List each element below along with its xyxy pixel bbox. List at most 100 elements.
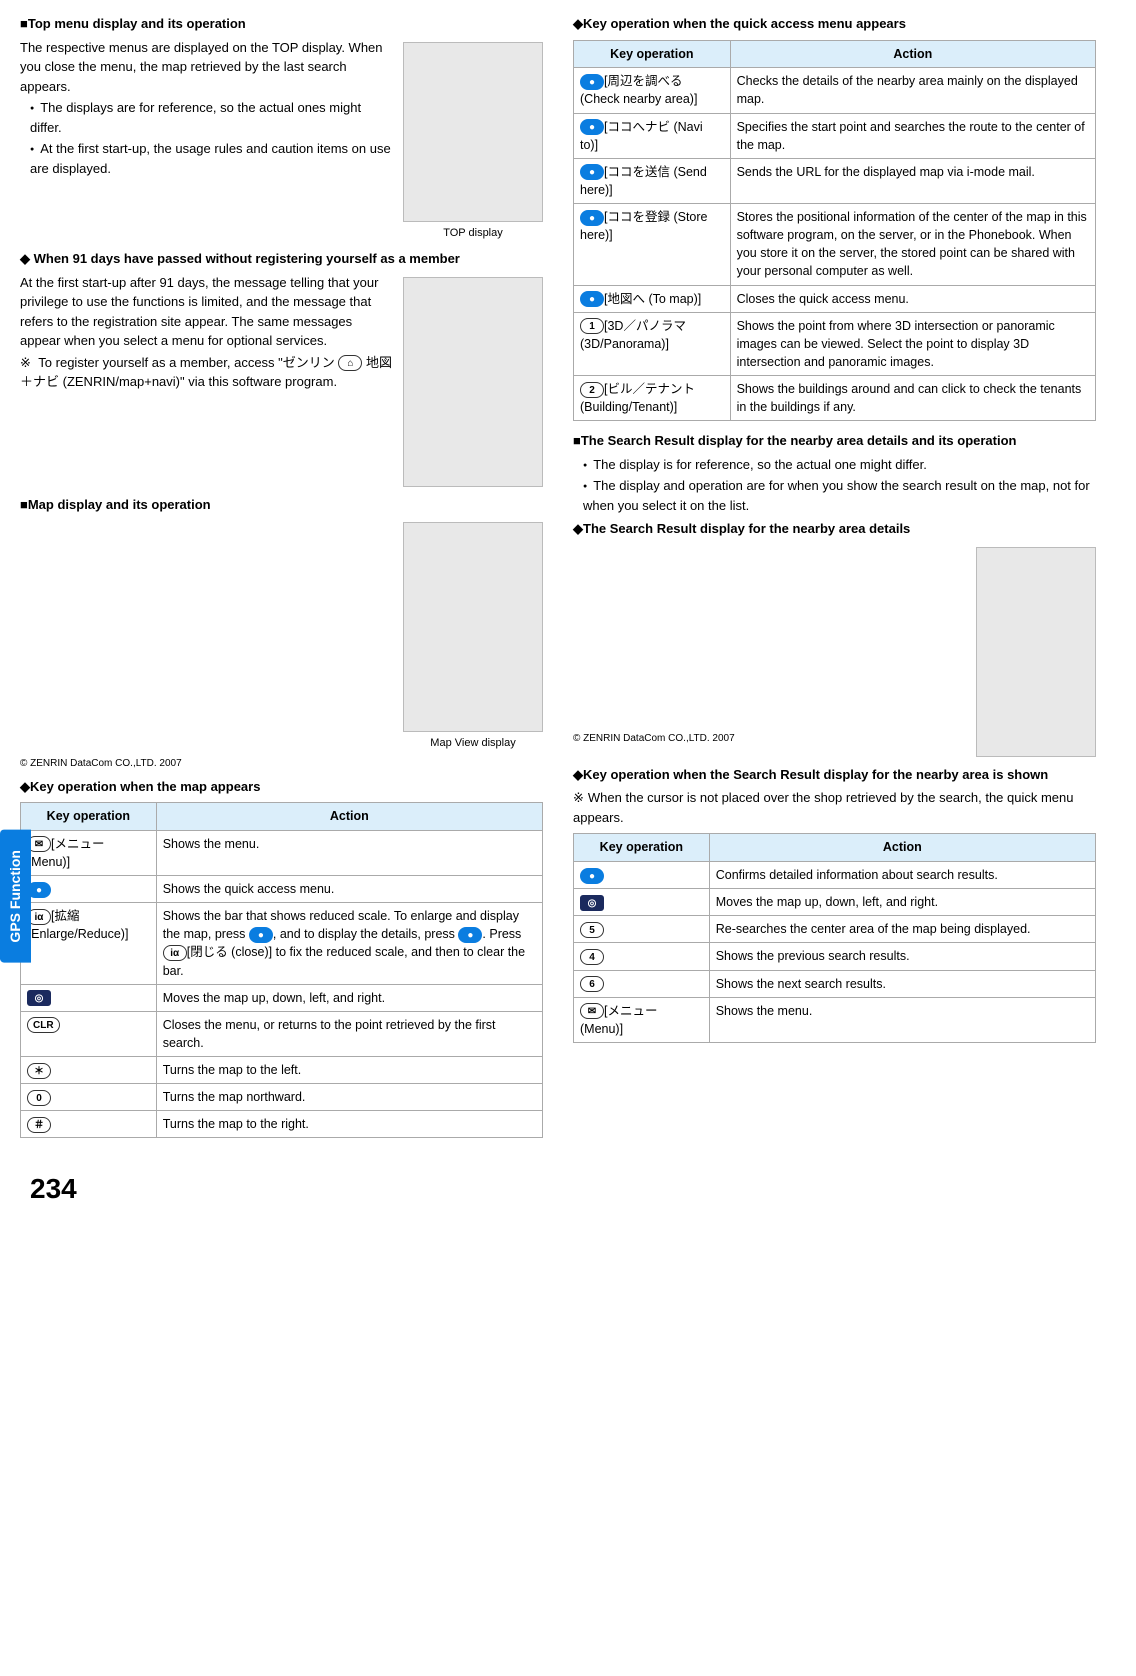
table-row: CLR Closes the menu, or returns to the po… (21, 1011, 543, 1056)
heading-91-days: ◆ When 91 days have passed without regis… (20, 249, 543, 269)
table-key-operation-map: Key operation Action ✉[メニュー (Menu)]Shows… (20, 802, 543, 1138)
table-header-key: Key operation (574, 40, 731, 68)
action-cell: Checks the details of the nearby area ma… (730, 68, 1095, 113)
table-row: 0 Turns the map northward. (21, 1084, 543, 1111)
zero-key-icon: 0 (27, 1090, 51, 1106)
right-column: ◆Key operation when the quick access men… (573, 10, 1096, 1148)
key-cell: 6 (574, 970, 710, 997)
action-cell: Closes the menu, or returns to the point… (156, 1011, 542, 1056)
action-cell: Moves the map up, down, left, and right. (156, 984, 542, 1011)
action-cell: Stores the positional information of the… (730, 204, 1095, 286)
figure-91-days (403, 277, 543, 487)
figure-caption: Map View display (403, 735, 543, 752)
home-icon: ⌂ (338, 355, 362, 371)
heading-key-op-search: ◆Key operation when the Search Result di… (573, 765, 1096, 785)
heading-search-result: ■The Search Result display for the nearb… (573, 431, 1096, 451)
side-tab: GPS Function (0, 830, 31, 963)
bullet-item: The display is for reference, so the act… (583, 455, 1096, 475)
key-cell: ◎ (574, 889, 710, 916)
action-cell: Shows the buildings around and can click… (730, 376, 1095, 421)
center-key-icon: ● (580, 291, 604, 307)
table-row: 6Shows the next search results. (574, 970, 1096, 997)
key-cell: 4 (574, 943, 710, 970)
screenshot-placeholder (403, 42, 543, 222)
action-cell: Shows the previous search results. (709, 943, 1095, 970)
table-row: ●[ココへナビ (Navi to)]Specifies the start po… (574, 113, 1096, 158)
i-alpha-key-icon: iα (163, 945, 187, 961)
center-key-icon: ● (580, 868, 604, 884)
page-body: ■Top menu display and its operation TOP … (0, 0, 1136, 1158)
center-key-icon: ● (580, 164, 604, 180)
star-key-icon: ＊ (27, 1063, 51, 1079)
key-cell: 5 (574, 916, 710, 943)
table-row: ●[ココを登録 (Store here)]Stores the position… (574, 204, 1096, 286)
note-item: When the cursor is not placed over the s… (573, 788, 1096, 827)
figure-caption: TOP display (403, 225, 543, 242)
action-cell: Moves the map up, down, left, and right. (709, 889, 1095, 916)
action-cell: Shows the quick access menu. (156, 876, 542, 903)
heading-top-menu: ■Top menu display and its operation (20, 14, 543, 34)
one-key-icon: 1 (580, 318, 604, 334)
two-key-icon: 2 (580, 382, 604, 398)
table-header-key: Key operation (574, 834, 710, 862)
table-row: ＃ Turns the map to the right. (21, 1111, 543, 1138)
table-row: iα[拡縮 (Enlarge/Reduce)]Shows the bar tha… (21, 903, 543, 985)
action-cell: Closes the quick access menu. (730, 285, 1095, 312)
table-row: ✉[メニュー (Menu)]Shows the menu. (574, 997, 1096, 1042)
key-cell: CLR (21, 1011, 157, 1056)
table-header-action: Action (730, 40, 1095, 68)
key-cell: ＃ (21, 1111, 157, 1138)
key-cell: ✉[メニュー (Menu)] (574, 997, 710, 1042)
table-row: ●[地図へ (To map)] Closes the quick access m… (574, 285, 1096, 312)
table-row: ◎Moves the map up, down, left, and right… (574, 889, 1096, 916)
heading-map-display: ■Map display and its operation (20, 495, 543, 515)
center-key-icon: ● (580, 119, 604, 135)
copyright-text: © ZENRIN DataCom CO.,LTD. 2007 (20, 756, 543, 771)
action-cell: Specifies the start point and searches t… (730, 113, 1095, 158)
key-cell: ●[周辺を調べる (Check nearby area)] (574, 68, 731, 113)
left-column: ■Top menu display and its operation TOP … (20, 10, 543, 1148)
table-header-action: Action (156, 803, 542, 831)
center-key-icon: ● (580, 210, 604, 226)
action-cell: Shows the next search results. (709, 970, 1095, 997)
heading-quick-access: ◆Key operation when the quick access men… (573, 14, 1096, 34)
center-key-icon: ● (580, 74, 604, 90)
table-row: ●[周辺を調べる (Check nearby area)]Checks the … (574, 68, 1096, 113)
screenshot-placeholder (403, 522, 543, 732)
figure-map-view: Map View display (403, 522, 543, 752)
center-key-icon: ● (249, 927, 273, 943)
table-row: ✉[メニュー (Menu)]Shows the menu. (21, 830, 543, 875)
action-cell: Shows the bar that shows reduced scale. … (156, 903, 542, 985)
table-row: ＊Turns the map to the left. (21, 1057, 543, 1084)
key-cell: ◎ (21, 984, 157, 1011)
action-cell: Re-searches the center area of the map b… (709, 916, 1095, 943)
action-cell: Sends the URL for the displayed map via … (730, 158, 1095, 203)
table-row: 2[ビル／テナント (Building/Tenant)]Shows the bu… (574, 376, 1096, 421)
text-span: To register yourself as a member, access… (38, 355, 338, 370)
action-cell: Shows the point from where 3D intersecti… (730, 312, 1095, 375)
action-cell: Turns the map northward. (156, 1084, 542, 1111)
action-cell: Shows the menu. (709, 997, 1095, 1042)
table-key-operation-search: Key operation Action ●Confirms detailed … (573, 833, 1096, 1043)
key-cell: ●[ココを送信 (Send here)] (574, 158, 731, 203)
figure-top-display: TOP display (403, 42, 543, 242)
key-cell: ●[ココへナビ (Navi to)] (574, 113, 731, 158)
table-row: ● Confirms detailed information about sea… (574, 862, 1096, 889)
action-cell: Turns the map to the right. (156, 1111, 542, 1138)
action-cell: Confirms detailed information about sear… (709, 862, 1095, 889)
table-quick-access: Key operation Action ●[周辺を調べる (Check nea… (573, 40, 1096, 422)
key-label: [地図へ (To map)] (604, 292, 701, 306)
key-cell: ＊ (21, 1057, 157, 1084)
multi-key-icon: ◎ (27, 990, 51, 1006)
table-row: 5Re-searches the center area of the map … (574, 916, 1096, 943)
key-cell: ● (574, 862, 710, 889)
key-cell: 2[ビル／テナント (Building/Tenant)] (574, 376, 731, 421)
table-row: ●[ココを送信 (Send here)]Sends the URL for th… (574, 158, 1096, 203)
table-row: 1[3D／パノラマ (3D/Panorama)]Shows the point … (574, 312, 1096, 375)
clr-key-icon: CLR (27, 1017, 60, 1033)
key-cell: iα[拡縮 (Enlarge/Reduce)] (21, 903, 157, 985)
table-row: ◎ Moves the map up, down, left, and right… (21, 984, 543, 1011)
action-cell: Shows the menu. (156, 830, 542, 875)
hash-key-icon: ＃ (27, 1117, 51, 1133)
page-number: 234 (30, 1168, 1136, 1210)
